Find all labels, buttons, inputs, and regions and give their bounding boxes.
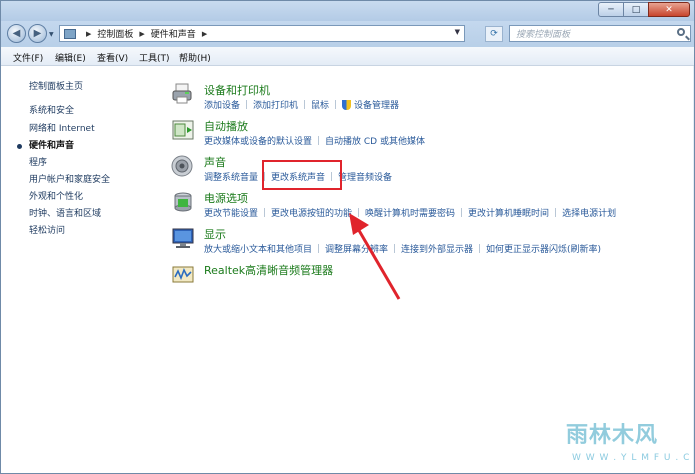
- highlight-box: [262, 160, 342, 190]
- category-title[interactable]: 声音: [204, 154, 226, 170]
- chevron-right-icon[interactable]: ▶: [202, 30, 207, 38]
- maximize-button[interactable]: □: [623, 2, 649, 17]
- watermark-text: 雨林木风: [566, 423, 659, 448]
- choose-power-plan-link[interactable]: 选择电源计划: [562, 206, 616, 219]
- sidebar-item-ease-access[interactable]: 轻松访问: [29, 223, 65, 236]
- address-bar[interactable]: ▶ 控制面板 ▶ 硬件和声音 ▶ ▼: [59, 25, 465, 42]
- divider: [479, 244, 481, 253]
- category-links: 放大或缩小文本和其他项目 调整屏幕分辨率 连接到外部显示器 如何更正显示器闪烁(…: [204, 242, 601, 255]
- shield-icon: [342, 99, 352, 110]
- add-printer-link[interactable]: 添加打印机: [253, 98, 298, 111]
- back-button[interactable]: ◀: [7, 24, 26, 43]
- control-panel-icon: [64, 28, 76, 39]
- search-input[interactable]: 搜索控制面板: [509, 25, 691, 42]
- navigation-bar: ◀ ▶ ▼ ▶ 控制面板 ▶ 硬件和声音 ▶ ▼ ⟳ 搜索控制面板: [1, 21, 694, 47]
- caption-buttons: ─ □ ✕: [598, 2, 690, 18]
- sidebar-item-hardware-sound[interactable]: 硬件和声音: [29, 138, 74, 151]
- divider: [304, 100, 306, 109]
- refresh-button[interactable]: ⟳: [485, 26, 503, 42]
- external-display-link[interactable]: 连接到外部显示器: [401, 242, 473, 255]
- sidebar-item-home[interactable]: 控制面板主页: [29, 79, 83, 92]
- adjust-volume-link[interactable]: 调整系统音量: [204, 170, 258, 183]
- left-navigation: 控制面板主页 系统和安全 网络和 Internet 硬件和声音 程序 用户帐户和…: [1, 66, 151, 473]
- sidebar-item-appearance[interactable]: 外观和个性化: [29, 189, 83, 202]
- minimize-button[interactable]: ─: [598, 2, 624, 17]
- annotation-arrow-icon: [349, 213, 401, 300]
- watermark-url: W W W . Y L M F U . C O M: [572, 453, 694, 463]
- right-edge: [693, 66, 694, 473]
- category-title[interactable]: 自动播放: [204, 118, 248, 134]
- divider: [264, 208, 266, 217]
- divider: [318, 136, 320, 145]
- refresh-rate-link[interactable]: 如何更正显示器闪烁(刷新率): [486, 242, 601, 255]
- sidebar-item-user-accounts[interactable]: 用户帐户和家庭安全: [29, 172, 110, 185]
- menu-tools[interactable]: 工具(T): [139, 51, 170, 64]
- menu-edit[interactable]: 编辑(E): [55, 51, 86, 64]
- search-icon[interactable]: [677, 28, 685, 36]
- divider: [335, 100, 337, 109]
- display-icon: [172, 228, 194, 248]
- sidebar-item-network[interactable]: 网络和 Internet: [29, 121, 95, 134]
- menu-bar: 文件(F) 编辑(E) 查看(V) 工具(T) 帮助(H): [1, 47, 694, 66]
- printer-icon: [172, 83, 192, 104]
- divider: [318, 244, 320, 253]
- realtek-icon: [172, 266, 194, 283]
- sidebar-item-programs[interactable]: 程序: [29, 155, 47, 168]
- divider: [246, 100, 248, 109]
- add-device-link[interactable]: 添加设备: [204, 98, 240, 111]
- chevron-right-icon[interactable]: ▶: [139, 30, 144, 38]
- watermark-logo: 雨林木风 W W W . Y L M F U . C O M: [566, 407, 694, 471]
- divider: [461, 208, 463, 217]
- category-links: 更改节能设置 更改电源按钮的功能 唤醒计算机时需要密码 更改计算机睡眠时间 选择…: [204, 206, 616, 219]
- menu-help[interactable]: 帮助(H): [179, 51, 211, 64]
- power-button-function-link[interactable]: 更改电源按钮的功能: [271, 206, 352, 219]
- sleep-time-link[interactable]: 更改计算机睡眠时间: [468, 206, 549, 219]
- autoplay-icon: [172, 120, 194, 140]
- title-bar: ─ □ ✕: [1, 1, 694, 21]
- change-media-defaults-link[interactable]: 更改媒体或设备的默认设置: [204, 134, 312, 147]
- breadcrumb-control-panel[interactable]: 控制面板: [97, 27, 133, 40]
- manage-audio-devices-link[interactable]: 管理音频设备: [338, 170, 392, 183]
- sidebar-item-clock-language[interactable]: 时钟、语言和区域: [29, 206, 101, 219]
- mouse-link[interactable]: 鼠标: [311, 98, 329, 111]
- address-dropdown-icon[interactable]: ▼: [455, 28, 460, 36]
- forward-button[interactable]: ▶: [28, 24, 47, 43]
- device-manager-link[interactable]: 设备管理器: [354, 98, 399, 111]
- chevron-right-icon[interactable]: ▶: [86, 30, 91, 38]
- menu-file[interactable]: 文件(F): [13, 51, 43, 64]
- menu-view[interactable]: 查看(V): [97, 51, 128, 64]
- breadcrumb-hardware-sound[interactable]: 硬件和声音: [151, 27, 196, 40]
- power-icon: [174, 192, 192, 212]
- search-placeholder: 搜索控制面板: [516, 30, 571, 40]
- change-power-settings-link[interactable]: 更改节能设置: [204, 206, 258, 219]
- history-dropdown-icon[interactable]: ▼: [49, 31, 54, 38]
- autoplay-cd-link[interactable]: 自动播放 CD 或其他媒体: [325, 134, 425, 147]
- control-panel-window: ─ □ ✕ ◀ ▶ ▼ ▶ 控制面板 ▶ 硬件和声音 ▶ ▼ ⟳ 搜索控制面板 …: [0, 0, 695, 474]
- divider: [555, 208, 557, 217]
- text-size-link[interactable]: 放大或缩小文本和其他项目: [204, 242, 312, 255]
- category-title[interactable]: Realtek高清晰音频管理器: [204, 262, 333, 278]
- category-links: 添加设备 添加打印机 鼠标 设备管理器: [204, 98, 399, 111]
- category-links: 更改媒体或设备的默认设置 自动播放 CD 或其他媒体: [204, 134, 425, 147]
- sidebar-item-system-security[interactable]: 系统和安全: [29, 103, 74, 116]
- close-button[interactable]: ✕: [648, 2, 690, 17]
- active-bullet: [17, 144, 22, 149]
- category-title[interactable]: 电源选项: [204, 190, 248, 206]
- speaker-icon: [171, 155, 193, 177]
- category-title[interactable]: 显示: [204, 226, 226, 242]
- category-title[interactable]: 设备和打印机: [204, 82, 270, 98]
